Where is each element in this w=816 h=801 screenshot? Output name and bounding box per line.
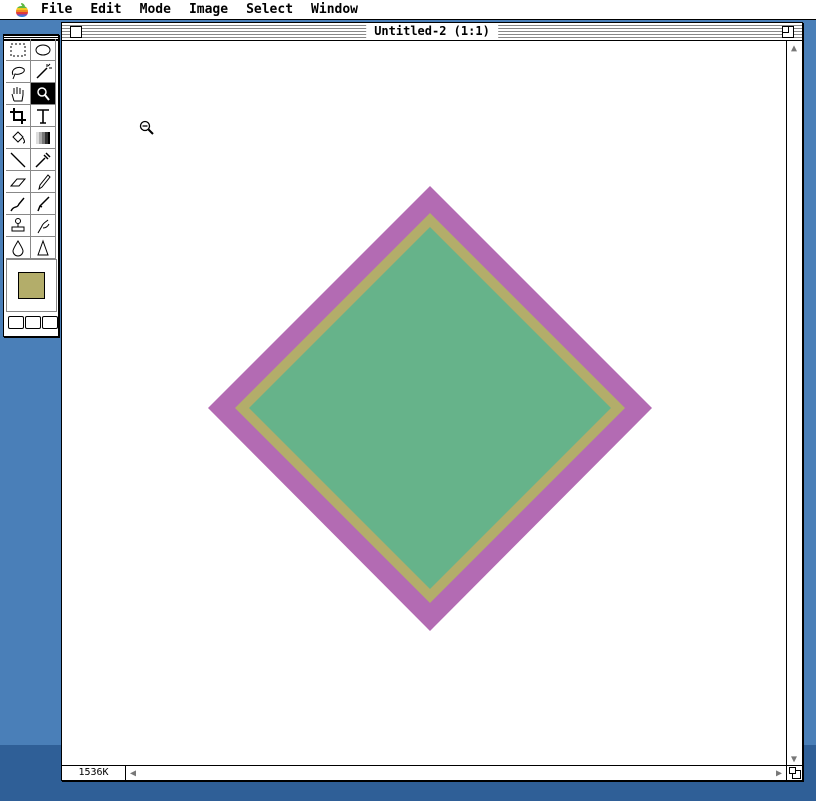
- close-box[interactable]: [70, 26, 82, 38]
- paintbrush-tool[interactable]: [31, 193, 56, 215]
- menu-edit[interactable]: Edit: [81, 2, 130, 17]
- pencil-tool[interactable]: [31, 171, 56, 193]
- zoom-box[interactable]: [782, 26, 794, 38]
- menu-mode[interactable]: Mode: [131, 2, 180, 17]
- pencil-icon: [38, 173, 51, 190]
- toolbox: [3, 34, 59, 337]
- paint-bucket-tool[interactable]: [6, 127, 31, 149]
- blur-icon: [12, 239, 24, 256]
- full-screen-menubar-mode-button[interactable]: [25, 316, 41, 329]
- menu-window[interactable]: Window: [302, 2, 367, 17]
- smudge-icon: [37, 219, 50, 233]
- foreground-color-swatch[interactable]: [18, 272, 45, 299]
- menu-file[interactable]: File: [41, 2, 81, 17]
- menu-select[interactable]: Select: [237, 2, 302, 17]
- magic-wand-icon: [36, 63, 52, 79]
- line-icon: [10, 152, 26, 167]
- eraser-icon: [9, 178, 27, 186]
- artwork: [208, 186, 652, 631]
- zoom-out-cursor-icon: [139, 120, 154, 135]
- eyedropper-tool[interactable]: [31, 149, 56, 171]
- airbrush-icon: [10, 197, 25, 211]
- scroll-right-arrow-icon[interactable]: ▶: [772, 766, 786, 780]
- document-titlebar[interactable]: Untitled-2 (1:1): [62, 23, 802, 41]
- paintbrush-icon: [37, 195, 50, 211]
- scroll-down-arrow-icon[interactable]: ▼: [787, 752, 801, 766]
- menubar: File Edit Mode Image Select Window: [0, 0, 816, 20]
- line-tool[interactable]: [6, 149, 31, 171]
- blur-tool[interactable]: [6, 237, 31, 259]
- sharpen-icon: [37, 239, 49, 255]
- vertical-scrollbar[interactable]: ▲ ▼: [786, 41, 802, 766]
- crop-icon: [10, 107, 26, 124]
- apple-menu-icon[interactable]: [15, 2, 29, 17]
- text-icon: [37, 108, 49, 124]
- hand-tool[interactable]: [6, 83, 31, 105]
- document-window: Untitled-2 (1:1) ▲ ▼ 1536K ◀ ▶: [61, 22, 803, 781]
- marquee-rect-icon: [10, 43, 26, 56]
- text-tool[interactable]: [31, 105, 56, 127]
- zoom-icon: [37, 86, 50, 101]
- eyedropper-icon: [35, 151, 51, 168]
- marquee-rect-tool[interactable]: [6, 39, 31, 61]
- full-screen-mode-button[interactable]: [42, 316, 58, 329]
- color-selection-area[interactable]: [6, 259, 57, 312]
- hand-icon: [11, 86, 24, 101]
- rubber-stamp-tool[interactable]: [6, 215, 31, 237]
- document-size-box[interactable]: 1536K: [62, 765, 126, 780]
- sharpen-tool[interactable]: [31, 237, 56, 259]
- standard-screen-mode-button[interactable]: [8, 316, 24, 329]
- lasso-icon: [11, 66, 25, 79]
- gradient-tool[interactable]: [31, 127, 56, 149]
- marquee-ellipse-tool[interactable]: [31, 39, 56, 61]
- resize-grow-box-icon[interactable]: [786, 765, 802, 780]
- marquee-ellipse-icon: [35, 44, 51, 55]
- document-title: Untitled-2 (1:1): [366, 24, 498, 39]
- paint-bucket-icon: [12, 130, 25, 143]
- scroll-left-arrow-icon[interactable]: ◀: [126, 766, 140, 780]
- inner-diamond: [249, 227, 611, 589]
- magic-wand-tool[interactable]: [31, 61, 56, 83]
- lasso-tool[interactable]: [6, 61, 31, 83]
- image-canvas[interactable]: [62, 41, 786, 766]
- menu-image[interactable]: Image: [180, 2, 237, 17]
- gradient-icon: [36, 131, 50, 144]
- crop-tool[interactable]: [6, 105, 31, 127]
- horizontal-scrollbar[interactable]: ◀ ▶: [126, 765, 786, 780]
- smudge-tool[interactable]: [31, 215, 56, 237]
- eraser-tool[interactable]: [6, 171, 31, 193]
- rubber-stamp-icon: [11, 217, 25, 231]
- airbrush-tool[interactable]: [6, 193, 31, 215]
- zoom-tool[interactable]: [31, 83, 56, 105]
- scroll-up-arrow-icon[interactable]: ▲: [787, 41, 801, 55]
- screen-mode-buttons: [8, 316, 58, 329]
